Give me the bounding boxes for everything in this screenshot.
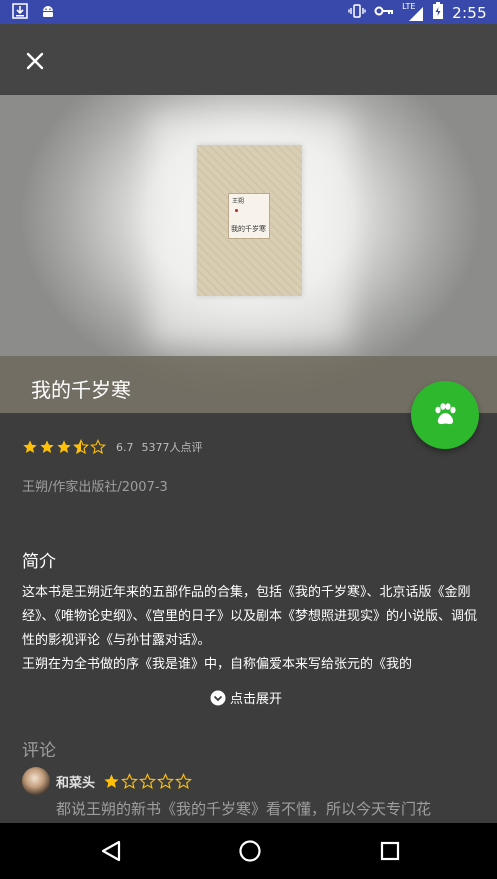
intro-paragraph: 这本书是王朔近年来的五部作品的合集，包括《我的千岁寒》、北京话版《金刚经》、《唯… [22, 585, 477, 648]
back-button[interactable] [97, 837, 125, 865]
status-bar: LTE 2:55 [0, 0, 497, 24]
rating-score: 6.7 [116, 440, 134, 454]
intro-title: 简介 [22, 552, 56, 572]
rating-row: 6.7 5377人点评 [22, 436, 203, 458]
star-full-icon [40, 440, 54, 453]
comment-header[interactable]: 和菜头 [22, 767, 192, 795]
vpn-key-icon [374, 4, 394, 22]
recents-button[interactable] [376, 837, 404, 865]
book-title: 我的千岁寒 [31, 378, 131, 402]
back-icon [101, 840, 121, 862]
cover-author: 王朔 [232, 198, 245, 205]
comment-text[interactable]: 都说王朔的新书《我的千岁寒》看不懂，所以今天专门花 [56, 798, 486, 819]
comment-author: 和菜头 [56, 775, 96, 791]
signal-icon: LTE [402, 2, 424, 22]
android-icon [40, 3, 56, 23]
star-empty-icon [121, 772, 138, 789]
chevron-down-icon [210, 690, 226, 705]
book-cover-image[interactable]: 王朔 我的千岁寒 [197, 145, 302, 296]
star-empty-icon [139, 772, 156, 789]
rating-count: 5377人点评 [141, 441, 203, 454]
cover-title: 我的千岁寒 [231, 225, 266, 233]
star-empty-icon [175, 772, 192, 789]
star-half-icon [73, 439, 89, 455]
paw-fab-button[interactable] [411, 381, 479, 449]
avatar[interactable] [22, 767, 50, 795]
intro-text: 这本书是王朔近年来的五部作品的合集，包括《我的千岁寒》、北京话版《金刚经》、《唯… [22, 581, 477, 677]
star-full-icon [23, 440, 37, 453]
star-full-icon [104, 773, 119, 788]
comment-rating-stars [103, 772, 192, 790]
book-meta: 王朔/作家出版社/2007-3 [22, 480, 168, 495]
close-button[interactable] [20, 46, 50, 76]
vibrate-icon [348, 3, 366, 23]
status-time: 2:55 [452, 4, 487, 22]
cover-label: 王朔 我的千岁寒 [228, 193, 270, 239]
paw-icon [435, 403, 456, 425]
star-empty-icon [90, 439, 106, 455]
intro-paragraph: 王朔在为全书做的序《我是谁》中，自称偏爱本来写给张元的《我的 [22, 657, 413, 672]
rating-stars [22, 439, 106, 455]
home-icon [239, 840, 261, 862]
star-empty-icon [157, 772, 174, 789]
toolbar [0, 24, 497, 95]
download-icon [12, 3, 28, 23]
battery-icon [432, 2, 444, 24]
comments-title: 评论 [22, 741, 56, 761]
home-button[interactable] [236, 837, 264, 865]
cover-seal [235, 209, 238, 212]
recents-icon [380, 841, 400, 861]
star-full-icon [57, 440, 71, 453]
screen: LTE 2:55 王朔 我的千岁寒 我的千岁寒 6.7 5377人点评 王朔/作… [0, 0, 497, 879]
expand-label: 点击展开 [230, 692, 283, 707]
nav-bar [0, 823, 497, 879]
book-hero: 王朔 我的千岁寒 我的千岁寒 [0, 95, 497, 413]
close-icon [26, 52, 44, 70]
expand-button[interactable]: 点击展开 [210, 688, 282, 707]
